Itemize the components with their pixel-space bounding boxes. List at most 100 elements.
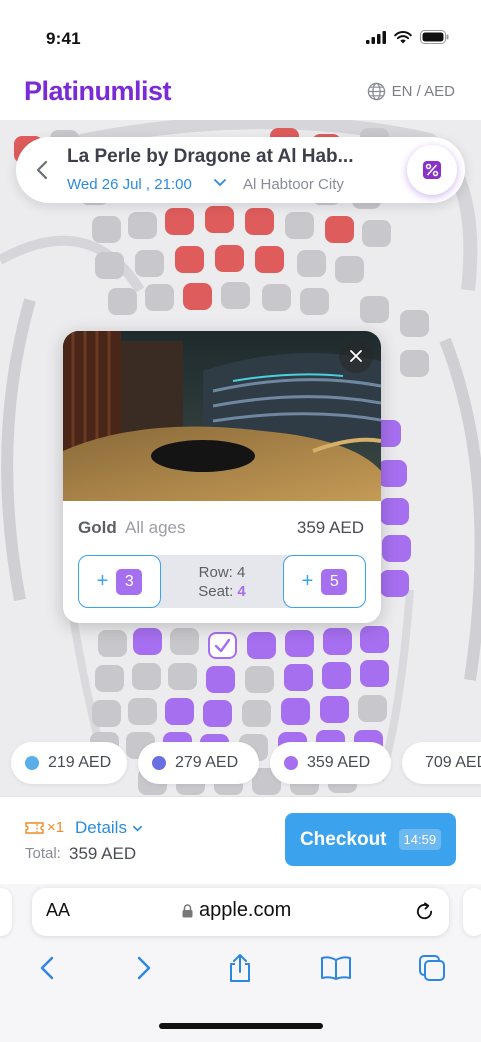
seat-359[interactable]	[378, 460, 407, 487]
event-date-selector[interactable]: Wed 26 Jul , 21:00	[67, 176, 192, 193]
selected-seat[interactable]	[208, 632, 237, 659]
seat-359[interactable]	[247, 632, 276, 659]
seat-unavailable[interactable]	[360, 296, 389, 323]
seat-359[interactable]	[380, 498, 409, 525]
seat-navigator: + 3 Row: 4 Seat: 4 + 5	[78, 555, 366, 608]
seat-unavailable[interactable]	[128, 698, 157, 725]
seat-unavailable[interactable]	[362, 220, 391, 247]
share-button[interactable]	[224, 952, 256, 984]
previous-tab-peek[interactable]	[0, 888, 12, 936]
seat-359[interactable]	[285, 630, 314, 657]
seat-359[interactable]	[360, 626, 389, 653]
seat-709[interactable]	[255, 246, 284, 273]
ticket-count: ×1	[25, 819, 64, 836]
seat-359[interactable]	[320, 696, 349, 723]
seat-unavailable[interactable]	[145, 284, 174, 311]
seat-709[interactable]	[325, 216, 354, 243]
forward-nav-button[interactable]	[128, 952, 160, 984]
battery-icon	[420, 30, 449, 44]
home-indicator	[159, 1023, 323, 1029]
text-size-button[interactable]: AA	[46, 900, 70, 921]
chevron-down-icon[interactable]	[213, 175, 227, 189]
seat-unavailable[interactable]	[92, 216, 121, 243]
event-venue: Al Habtoor City	[243, 176, 344, 193]
seat-709[interactable]	[165, 208, 194, 235]
seat-unavailable[interactable]	[262, 284, 291, 311]
seat-359[interactable]	[165, 698, 194, 725]
back-button[interactable]	[30, 154, 54, 186]
seat-359[interactable]	[380, 570, 409, 597]
tier-age: All ages	[125, 518, 186, 537]
seat-unavailable[interactable]	[98, 630, 127, 657]
seat-number-badge: 3	[116, 568, 143, 595]
seat-359[interactable]	[360, 660, 389, 687]
seat-unavailable[interactable]	[300, 288, 329, 315]
seat-709[interactable]	[245, 208, 274, 235]
close-popup-button[interactable]	[339, 339, 373, 373]
seat-709[interactable]	[183, 283, 212, 310]
url-display[interactable]: apple.com	[182, 899, 291, 922]
price-dot	[25, 756, 39, 770]
share-icon	[230, 954, 250, 982]
seat-unavailable[interactable]	[95, 665, 124, 692]
seat-unavailable[interactable]	[221, 282, 250, 309]
seat-709[interactable]	[175, 246, 204, 273]
details-toggle[interactable]: Details	[75, 818, 143, 838]
next-tab-peek[interactable]	[463, 888, 481, 936]
price-chip-709[interactable]: 709 AED	[402, 742, 481, 784]
seat-359[interactable]	[284, 664, 313, 691]
seat-359[interactable]	[323, 628, 352, 655]
checkout-label: Checkout	[299, 828, 387, 850]
seat-709[interactable]	[205, 206, 234, 233]
status-time: 9:41	[46, 29, 81, 48]
bookmarks-button[interactable]	[320, 952, 352, 984]
seat-359[interactable]	[133, 628, 162, 655]
seat-unavailable[interactable]	[297, 250, 326, 277]
status-icons	[366, 30, 449, 44]
seat-359[interactable]	[382, 535, 411, 562]
url-text: apple.com	[199, 899, 292, 921]
seat-unavailable[interactable]	[128, 212, 157, 239]
tier-price: 359 AED	[296, 518, 364, 537]
price-chip-279[interactable]: 279 AED	[138, 742, 259, 784]
seat-unavailable[interactable]	[358, 695, 387, 722]
seat-359[interactable]	[206, 666, 235, 693]
seat-unavailable[interactable]	[108, 288, 137, 315]
seat-unavailable[interactable]	[92, 700, 121, 727]
language-currency-switch[interactable]: EN / AED	[367, 82, 455, 101]
platinumlist-logo[interactable]: Platinumlist	[24, 76, 172, 107]
seat-unavailable[interactable]	[170, 628, 199, 655]
seat-709[interactable]	[215, 245, 244, 272]
seat-359[interactable]	[281, 698, 310, 725]
seat-unavailable[interactable]	[95, 252, 124, 279]
tabs-icon	[419, 955, 445, 981]
seat-unavailable[interactable]	[400, 350, 429, 377]
seat-unavailable[interactable]	[135, 250, 164, 277]
seat-359[interactable]	[203, 700, 232, 727]
add-seat-5-button[interactable]: + 5	[283, 555, 366, 608]
checkout-button[interactable]: Checkout 14:59	[285, 813, 456, 866]
app-header: Platinumlist EN / AED	[0, 70, 481, 120]
seat-unavailable[interactable]	[132, 663, 161, 690]
discount-button[interactable]	[407, 145, 457, 195]
address-bar[interactable]: AA apple.com	[32, 888, 449, 936]
seat-unavailable[interactable]	[335, 256, 364, 283]
price-legend: 219 AED 279 AED 359 AED 709 AED	[0, 742, 481, 786]
reload-icon[interactable]	[414, 901, 435, 922]
tabs-button[interactable]	[416, 952, 448, 984]
seat-unavailable[interactable]	[168, 663, 197, 690]
price-chip-219[interactable]: 219 AED	[11, 742, 127, 784]
total-label: Total:	[25, 845, 61, 862]
seat-unavailable[interactable]	[285, 212, 314, 239]
add-seat-3-button[interactable]: + 3	[78, 555, 161, 608]
seat-unavailable[interactable]	[400, 310, 429, 337]
seat-359[interactable]	[322, 662, 351, 689]
seat-unavailable[interactable]	[245, 666, 274, 693]
close-icon	[350, 350, 362, 362]
price-chip-359[interactable]: 359 AED	[270, 742, 391, 784]
book-icon	[321, 956, 351, 980]
chevron-right-icon	[137, 956, 151, 980]
seat-unavailable[interactable]	[242, 700, 271, 727]
back-nav-button[interactable]	[31, 952, 63, 984]
price-chip-label: 219 AED	[48, 754, 112, 771]
